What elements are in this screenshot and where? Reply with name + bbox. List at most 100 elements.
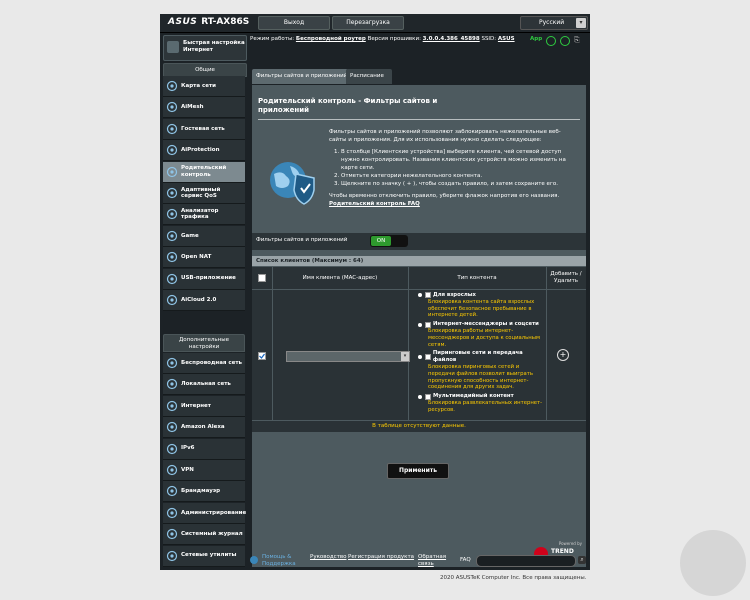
sidebar-item-label: AiProtection (181, 146, 220, 153)
category-adult[interactable]: Для взрослых (418, 292, 546, 299)
sidebar-item-label: USB-приложение (181, 275, 236, 282)
usb-status-icon[interactable]: ⎘ (574, 36, 580, 45)
network-map-icon (166, 80, 178, 92)
alexa-icon (166, 421, 178, 433)
client-list-title: Список клиентов (Максимум : 64) (256, 258, 364, 264)
empty-table-message: В таблице отсутствуют данные. (252, 421, 586, 432)
sidebar-item-syslog[interactable]: Системный журнал (163, 524, 245, 546)
sidebar-item-vpn[interactable]: VPN (163, 460, 245, 481)
app-link[interactable]: App (530, 36, 542, 42)
model-label: RT-AX86S (201, 17, 250, 27)
select-all-checkbox[interactable] (258, 274, 266, 282)
network-tools-icon (166, 550, 178, 562)
page-title: Родительский контроль - Фильтры сайтов и… (258, 97, 438, 114)
sidebar-item-wireless[interactable]: Беспроводная сеть (163, 353, 245, 374)
sidebar-item-ipv6[interactable]: IPv6 (163, 438, 245, 460)
sidebar-item-label: Карта сети (181, 82, 216, 89)
column-divider (408, 267, 409, 289)
sidebar-item-firewall[interactable]: Брандмауэр (163, 481, 245, 503)
category-checkbox[interactable] (424, 354, 431, 361)
manual-link[interactable]: Руководство (310, 554, 347, 560)
sidebar-item-label: AiMesh (181, 104, 204, 111)
quick-setup-icon (167, 41, 179, 53)
sidebar-item-network-map[interactable]: Карта сети (163, 76, 245, 97)
usb-icon (166, 273, 178, 285)
sidebar-item-label: Сетевые утилиты (181, 552, 237, 559)
footer: Помощь & Поддержка Руководство Регистрац… (250, 554, 588, 568)
apply-button[interactable]: Применить (387, 463, 449, 479)
category-label: Мультимедийный контент (433, 393, 514, 400)
category-label: Для взрослых (433, 292, 476, 298)
bullet-icon (418, 394, 422, 399)
sidebar-item-network-tools[interactable]: Сетевые утилиты (163, 545, 245, 567)
category-description: Блокировка работы интернет-мессенджеров … (428, 327, 540, 348)
asus-logo: ASUS RT-AX86S (168, 17, 249, 27)
mode-label: Режим работы: (250, 36, 295, 42)
sidebar-item-aimesh[interactable]: AiMesh (163, 97, 245, 119)
client-status-icon[interactable] (560, 36, 570, 46)
powered-by-label: Powered by (558, 541, 582, 546)
category-checkbox[interactable] (425, 321, 431, 328)
open-nat-icon (166, 251, 178, 263)
help-support-link[interactable]: Помощь & Поддержка (262, 554, 298, 567)
feedback-link[interactable]: Обратная связь (418, 554, 450, 567)
category-messengers[interactable]: Интернет-мессенджеры и соцсети (418, 321, 546, 328)
ssid-label: SSID: (481, 36, 497, 42)
tab-site-app-filters[interactable]: Фильтры сайтов и приложений (252, 69, 348, 84)
category-p2p[interactable]: Пиринговые сети и передача файлов (418, 350, 546, 364)
chevron-down-icon: ▾ (576, 18, 586, 28)
sidebar-item-game[interactable]: Game (163, 225, 245, 247)
bullet-icon (418, 322, 422, 327)
sidebar-item-traffic-analyzer[interactable]: Анализатор трафика (163, 204, 245, 226)
category-description: Блокировка пиринговых сетей и передачи ф… (428, 363, 533, 391)
firmware-value-link[interactable]: 3.0.0.4.386_45898 (423, 36, 480, 42)
sidebar-item-alexa[interactable]: Amazon Alexa (163, 417, 245, 439)
parental-control-panel: Родительский контроль - Фильтры сайтов и… (252, 85, 586, 567)
wan-status-icon[interactable] (546, 36, 556, 46)
sidebar-item-label: Беспроводная сеть (181, 359, 243, 366)
table-column-headers: Имя клиента (MAC-адрес) Тип контента Доб… (252, 267, 586, 289)
sidebar-item-aicloud[interactable]: AiCloud 2.0 (163, 290, 245, 311)
table-row: ▾ Для взрослых Блокировка контента сайта… (252, 290, 586, 420)
ssid-value-link[interactable]: ASUS (498, 36, 515, 42)
sidebar-item-lan[interactable]: Локальная сеть (163, 374, 245, 396)
top-bar: ASUS RT-AX86S Выход Перезагрузка Русский … (160, 14, 590, 33)
reboot-button[interactable]: Перезагрузка (332, 16, 404, 30)
mode-value-link[interactable]: Беспроводной роутер (296, 36, 366, 42)
sidebar-item-open-nat[interactable]: Open NAT (163, 247, 245, 269)
disable-note: Чтобы временно отключить правило, уберит… (329, 193, 560, 199)
column-client: Имя клиента (MAC-адрес) (302, 274, 378, 281)
column-content-type: Тип контента (457, 274, 497, 281)
client-list-header: Список клиентов (Максимум : 64) (252, 256, 586, 266)
sidebar-item-parental-control[interactable]: Родительский контроль (163, 161, 245, 183)
sidebar-item-aiprotection[interactable]: AiProtection (163, 140, 245, 162)
category-checkbox[interactable] (425, 393, 431, 400)
sidebar-item-admin[interactable]: Администрирование (163, 502, 246, 524)
traffic-analyzer-icon (166, 208, 178, 220)
quick-setup-button[interactable]: Быстрая настройка Интернет (163, 35, 247, 61)
category-checkbox[interactable] (425, 292, 431, 299)
faq-search-input[interactable] (476, 555, 576, 567)
tab-schedule[interactable]: Расписание (346, 69, 392, 84)
lan-icon (166, 378, 178, 390)
chevron-down-icon: ▾ (401, 352, 409, 361)
row-enable-checkbox[interactable] (258, 352, 266, 360)
sidebar-item-label: Гостевая сеть (181, 125, 225, 132)
sidebar-item-qos[interactable]: Адаптивный сервис QoS (163, 183, 245, 204)
faq-link[interactable]: Родительский контроль FAQ (329, 200, 569, 208)
search-icon[interactable]: ⌕ (578, 556, 586, 564)
sidebar-item-usb[interactable]: USB-приложение (163, 268, 245, 290)
sidebar-item-wan[interactable]: Интернет (163, 395, 245, 417)
bullet-icon (418, 293, 422, 298)
aimesh-icon (166, 101, 178, 113)
category-description: Блокировка контента сайта взрослых обесп… (428, 298, 535, 319)
sidebar-item-guest-network[interactable]: Гостевая сеть (163, 118, 245, 140)
register-product-link[interactable]: Регистрация продукта (348, 554, 414, 560)
logout-button[interactable]: Выход (258, 16, 330, 30)
category-multimedia[interactable]: Мультимедийный контент (418, 393, 546, 400)
client-select[interactable]: ▾ (286, 351, 410, 362)
wireless-icon (166, 357, 178, 369)
filter-enable-toggle[interactable]: ON (370, 235, 408, 247)
language-select[interactable]: Русский ▾ (520, 16, 588, 30)
add-rule-button[interactable]: + (557, 349, 569, 361)
